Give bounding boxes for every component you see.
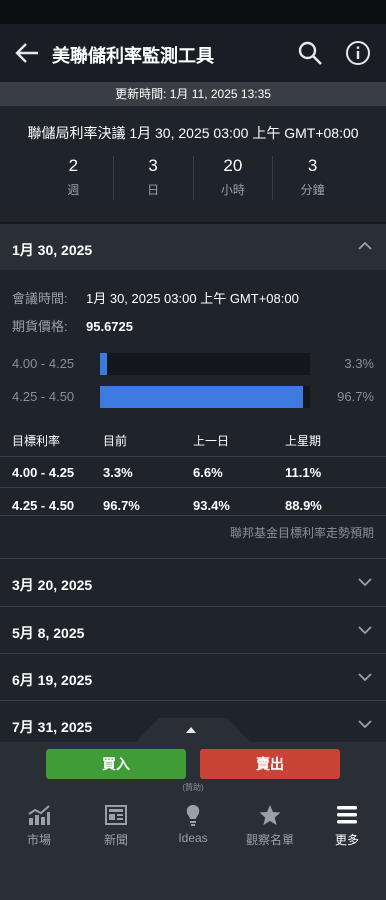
news-icon: [105, 805, 127, 825]
meeting-time-label: 會議時間:: [12, 291, 68, 306]
nav-more[interactable]: 更多: [309, 804, 385, 848]
meeting-date: 6月 19, 2025: [12, 672, 93, 688]
nav-label: Ideas: [178, 831, 208, 845]
status-bar: [0, 0, 386, 24]
table-cell: 6.6%: [193, 465, 223, 480]
lightbulb-icon: [186, 805, 200, 826]
column-header: 上一日: [193, 434, 230, 448]
meeting-date: 5月 8, 2025: [12, 625, 85, 641]
table-divider: [0, 487, 386, 488]
meeting-time-value: 1月 30, 2025 03:00 上午 GMT+08:00: [86, 291, 299, 306]
probability-bar: [100, 353, 107, 375]
meeting-header-collapsed[interactable]: 3月 20, 2025: [0, 558, 386, 604]
decision-heading: 聯儲局利率決議 1月 30, 2025 03:00 上午 GMT+08:00: [27, 125, 359, 141]
table-cell: 96.7%: [103, 498, 140, 513]
trade-bar: 買入 賣出 (贊助): [0, 742, 386, 792]
chevron-down-icon[interactable]: [358, 577, 372, 587]
meeting-header-collapsed[interactable]: 5月 8, 2025: [0, 606, 386, 652]
countdown-unit: 小時: [220, 183, 245, 197]
bottom-nav: 市場 新聞 Ideas 觀察名單 更多: [0, 792, 386, 900]
probability-percent: 3.3%: [344, 356, 374, 371]
countdown-unit: 週: [67, 183, 80, 197]
table-header: 目標利率 目前 上一日 上星期: [0, 432, 386, 452]
chevron-down-icon[interactable]: [358, 625, 372, 635]
meeting-header-collapsed[interactable]: 6月 19, 2025: [0, 653, 386, 699]
futures-price-row: 期貨價格: 95.6725: [12, 316, 133, 335]
probability-bar-track: [100, 353, 310, 375]
probability-row: 4.00 - 4.25 3.3%: [12, 352, 374, 376]
meeting-date: 1月 30, 2025: [12, 242, 93, 258]
nav-label: 市場: [26, 833, 51, 847]
nav-label: 觀察名單: [245, 833, 294, 847]
meeting-date: 3月 20, 2025: [12, 577, 93, 593]
sell-button[interactable]: 賣出: [200, 749, 340, 779]
nav-news[interactable]: 新聞: [78, 804, 154, 848]
chevron-up-icon[interactable]: [358, 241, 372, 251]
table-cell: 11.1%: [285, 465, 322, 480]
countdown: 2 週 3 日 20 小時 3 分鐘: [34, 156, 352, 200]
table-cell: 3.3%: [103, 465, 133, 480]
meeting-header-expanded[interactable]: 1月 30, 2025: [0, 224, 386, 270]
column-header: 上星期: [285, 434, 322, 448]
countdown-unit: 分鐘: [300, 183, 325, 197]
table-row: 4.00 - 4.25 3.3% 6.6% 11.1%: [0, 465, 386, 495]
table-cell: 4.00 - 4.25: [12, 465, 75, 480]
countdown-days: 3 日: [114, 156, 194, 200]
decision-panel: 聯儲局利率決議 1月 30, 2025 03:00 上午 GMT+08:00 2…: [0, 106, 386, 222]
nav-watchlist[interactable]: 觀察名單: [232, 804, 308, 848]
table-divider: [0, 456, 386, 457]
futures-price-value: 95.6725: [86, 319, 133, 334]
star-icon: [259, 805, 281, 825]
countdown-minutes: 3 分鐘: [273, 156, 352, 200]
caret-up-icon: [186, 727, 196, 733]
countdown-hours: 20 小時: [194, 156, 274, 200]
app-bar: 美聯儲利率監測工具: [0, 24, 386, 82]
countdown-value: 20: [223, 156, 243, 175]
nav-ideas[interactable]: Ideas: [155, 804, 231, 845]
menu-icon: [337, 806, 357, 824]
meeting-date: 7月 31, 2025: [12, 719, 93, 735]
probability-range: 4.00 - 4.25: [12, 356, 75, 371]
nav-label: 更多: [334, 833, 359, 847]
probability-row: 4.25 - 4.50 96.7%: [12, 385, 374, 409]
table-divider: [0, 515, 386, 516]
chevron-down-icon[interactable]: [358, 719, 372, 729]
probability-range: 4.25 - 4.50: [12, 389, 75, 404]
probability-bar: [100, 386, 304, 408]
probability-percent: 96.7%: [337, 389, 374, 404]
nav-label: 新聞: [103, 833, 128, 847]
chart-icon: [28, 805, 50, 825]
futures-price-label: 期貨價格:: [12, 319, 68, 334]
back-arrow-icon[interactable]: [14, 41, 40, 65]
page-title: 美聯儲利率監測工具: [52, 46, 214, 66]
meeting-time-row: 會議時間: 1月 30, 2025 03:00 上午 GMT+08:00: [12, 288, 299, 307]
nav-markets[interactable]: 市場: [1, 804, 77, 848]
table-cell: 88.9%: [285, 498, 322, 513]
countdown-value: 3: [148, 156, 158, 175]
table-cell: 4.25 - 4.50: [12, 498, 75, 513]
countdown-unit: 日: [147, 183, 160, 197]
probability-bar-track: [100, 386, 310, 408]
countdown-value: 2: [68, 156, 79, 175]
column-header: 目前: [103, 434, 128, 448]
trend-link[interactable]: 聯邦基金目標利率走勢預期: [230, 524, 374, 541]
buy-button[interactable]: 買入: [46, 749, 186, 779]
info-icon[interactable]: [345, 40, 371, 66]
chevron-down-icon[interactable]: [358, 672, 372, 682]
table-cell: 93.4%: [193, 498, 230, 513]
search-icon[interactable]: [297, 40, 323, 66]
countdown-weeks: 2 週: [34, 156, 114, 200]
updated-time: 更新時間: 1月 11, 2025 13:35: [0, 82, 386, 106]
countdown-value: 3: [307, 156, 318, 175]
column-header: 目標利率: [12, 434, 61, 448]
